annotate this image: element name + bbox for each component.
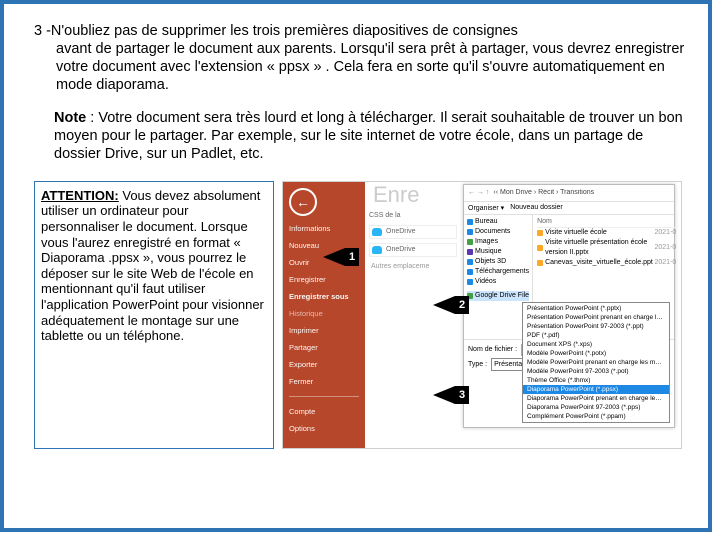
backstage-main: Enre CSS de la OneDrive OneDrive Autres … [365,182,681,448]
side-info[interactable]: Informations [289,224,359,233]
locations-panel: CSS de la OneDrive OneDrive Autres empla… [369,212,457,272]
folder-label[interactable]: CSS de la [369,212,457,219]
cloud-icon [372,228,382,236]
backstage-sidebar: ← Informations Nouveau Ouvrir Enregistre… [283,182,365,448]
side-history[interactable]: Historique [289,309,359,318]
list-item: Visite virtuelle école2021-0 [537,228,676,238]
attention-box: ATTENTION: Vous devez absolument utilise… [34,181,274,449]
back-icon[interactable]: ← [289,188,317,216]
list-header: Nom [537,217,676,228]
other-locations[interactable]: Autres emplaceme [369,261,457,272]
step3-text: 3 -N'oubliez pas de supprimer les trois … [24,22,688,95]
new-folder-button[interactable]: Nouveau dossier [510,204,563,212]
note-label: Note [54,110,86,126]
side-share[interactable]: Partager [289,343,359,352]
filetype-label: Type : [468,360,487,369]
callout-2: 2 [433,296,469,314]
onedrive-row-2[interactable]: OneDrive [369,243,457,257]
side-close[interactable]: Fermer [289,377,359,386]
step3-prefix: 3 - [34,23,51,39]
side-saveas[interactable]: Enregistrer sous [289,292,359,301]
callout-1: 1 [323,248,359,266]
note-body: : Votre document sera très lourd et long… [54,110,683,162]
side-print[interactable]: Imprimer [289,326,359,335]
onedrive-row-1[interactable]: OneDrive [369,225,457,239]
save-dialog: ← → ↑ ‹‹ Mon Drive › Récit › Transitions… [463,184,675,428]
side-account[interactable]: Compte [289,407,359,416]
filetype-dropdown[interactable]: Présentation PowerPoint (*.pptx) Présent… [522,302,670,423]
organize-button[interactable]: Organiser ▾ [468,204,504,212]
attention-text: Vous devez absolument utiliser un ordina… [41,188,264,343]
save-as-title: Enre [373,182,419,208]
slide-frame: 3 -N'oubliez pas de supprimer les trois … [0,0,712,532]
side-export[interactable]: Exporter [289,360,359,369]
powerpoint-save-screenshot: ← Informations Nouveau Ouvrir Enregistre… [282,181,682,449]
ppsx-option: Diaporama PowerPoint (*.ppsx) [523,385,669,394]
cloud-icon [372,246,382,254]
list-item: Canevas_visite_virtuelle_école.pptx2021-… [537,258,676,268]
callout-3: 3 [433,386,469,404]
filename-label: Nom de fichier : [468,345,517,354]
note-text: Note : Votre document sera très lourd et… [24,109,688,163]
dialog-toolbar: ← → ↑ ‹‹ Mon Drive › Récit › Transitions [464,185,674,202]
step3-line1: N'oubliez pas de supprimer les trois pre… [51,23,518,39]
side-save[interactable]: Enregistrer [289,275,359,284]
list-item: Visite virtuelle présentation école vers… [537,238,676,258]
dialog-path[interactable]: ‹‹ Mon Drive › Récit › Transitions [493,189,670,196]
step3-rest: avant de partager le document aux parent… [34,40,688,94]
attention-heading: ATTENTION: [41,188,119,203]
side-options[interactable]: Options [289,424,359,433]
